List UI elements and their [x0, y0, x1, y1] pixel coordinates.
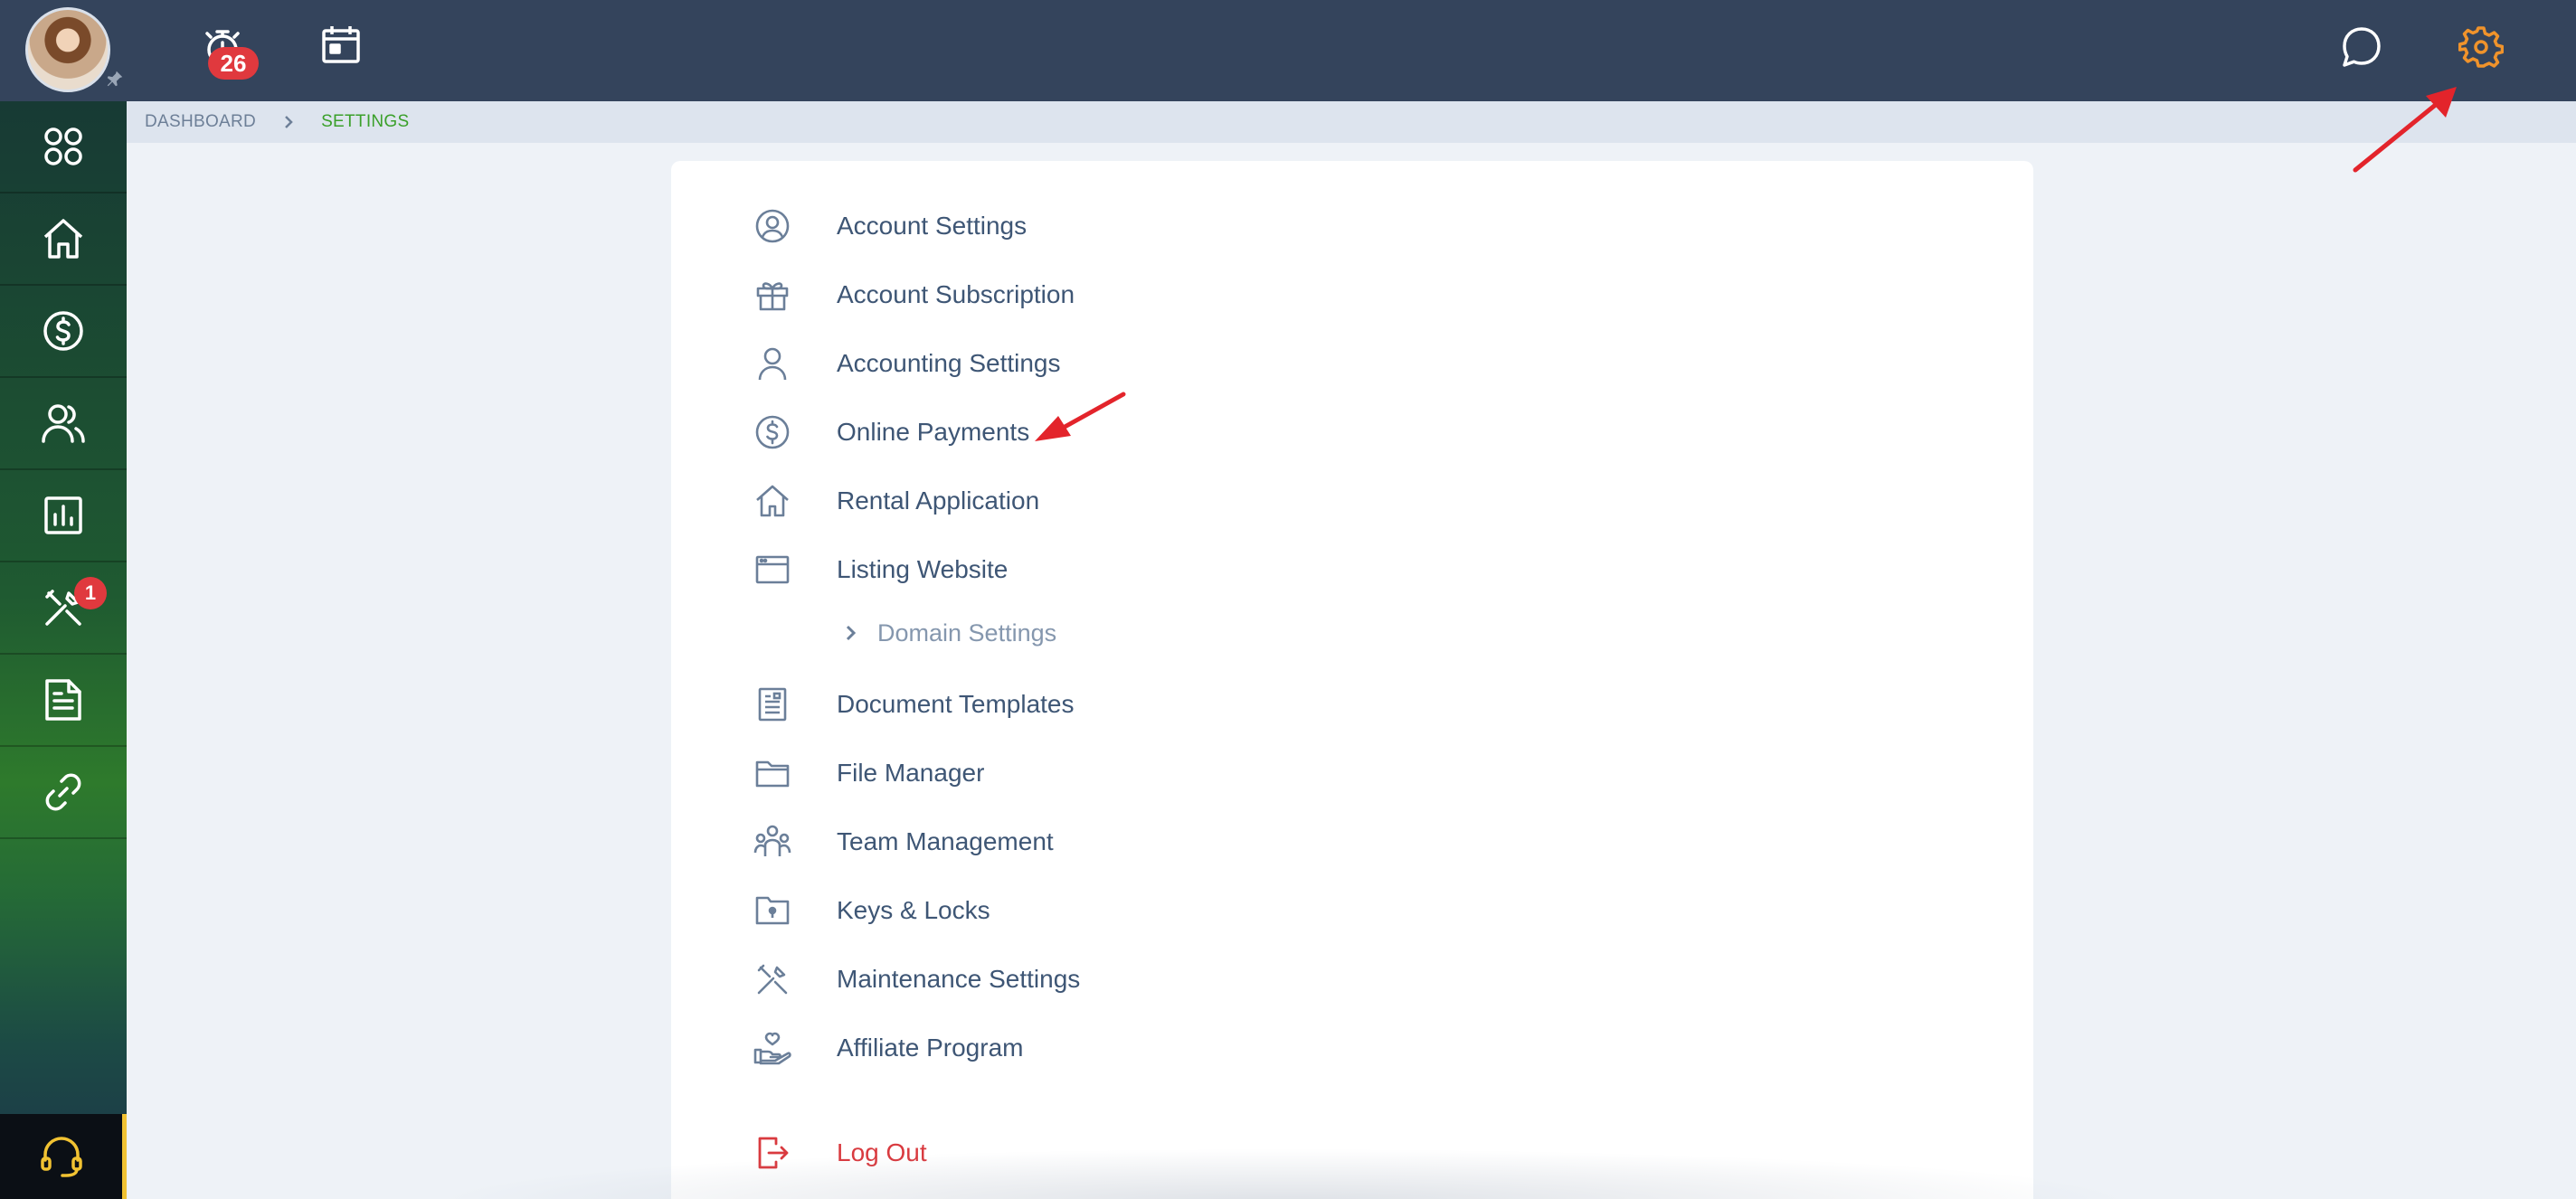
- chevron-right-icon: [845, 624, 857, 642]
- support-button[interactable]: [0, 1114, 127, 1199]
- top-bar: 26: [0, 0, 2576, 101]
- menu-item-team-management[interactable]: Team Management: [671, 815, 1937, 869]
- menu-item-keys-locks[interactable]: Keys & Locks: [671, 883, 1937, 938]
- sidebar-item-documents[interactable]: [0, 655, 127, 747]
- settings-menu-card: Account Settings Account Subscription Ac…: [671, 161, 2033, 1199]
- menu-label: Document Templates: [837, 690, 1075, 718]
- tools-icon: [753, 959, 792, 999]
- menu-item-file-manager[interactable]: File Manager: [671, 746, 1937, 800]
- menu-label: Maintenance Settings: [837, 965, 1081, 993]
- menu-label: Accounting Settings: [837, 349, 1061, 377]
- menu-subitem-domain-settings[interactable]: Domain Settings: [834, 610, 1377, 656]
- team-icon: [753, 822, 792, 862]
- gear-icon[interactable]: [2458, 22, 2505, 72]
- breadcrumb-settings: SETTINGS: [321, 112, 410, 131]
- user-icon: [753, 344, 792, 383]
- folder-icon: [753, 753, 792, 793]
- sidebar-item-people[interactable]: [0, 378, 127, 470]
- annotation-arrow-online-payments: [1035, 392, 1126, 441]
- sidebar-item-payments[interactable]: [0, 286, 127, 378]
- browser-window-icon: [753, 550, 792, 590]
- menu-label: Rental Application: [837, 486, 1040, 515]
- pin-icon[interactable]: [103, 67, 127, 90]
- chevron-right-icon: [283, 115, 294, 129]
- menu-label: Affiliate Program: [837, 1034, 1024, 1062]
- menu-label: Listing Website: [837, 555, 1009, 583]
- annotation-arrow-settings: [2353, 87, 2457, 173]
- menu-item-document-templates[interactable]: Document Templates: [671, 677, 1937, 732]
- sidebar-item-maintenance[interactable]: [0, 562, 127, 655]
- menu-item-maintenance-settings[interactable]: Maintenance Settings: [671, 952, 1937, 1006]
- chat-bubble-icon[interactable]: [2339, 22, 2384, 72]
- house-icon: [753, 481, 792, 521]
- menu-label: File Manager: [837, 759, 985, 787]
- menu-label: Account Settings: [837, 212, 1028, 240]
- user-circle-icon: [753, 206, 792, 246]
- link-icon: [45, 773, 81, 811]
- people-icon: [42, 404, 85, 443]
- sidebar-item-apps[interactable]: [0, 101, 127, 194]
- menu-item-listing-website[interactable]: Listing Website: [671, 543, 1937, 597]
- breadcrumb-dashboard[interactable]: DASHBOARD: [145, 112, 256, 132]
- menu-label: Keys & Locks: [837, 896, 990, 924]
- hand-heart-icon: [753, 1028, 792, 1068]
- timer-badge: 26: [208, 47, 259, 80]
- sidebar-item-reports[interactable]: [0, 470, 127, 562]
- apps-grid-icon: [44, 127, 82, 165]
- maintenance-badge: 1: [74, 577, 107, 609]
- menu-item-accounting-settings[interactable]: Accounting Settings: [671, 336, 1937, 391]
- bottom-shadow: [425, 1148, 2144, 1199]
- sidebar-item-home[interactable]: [0, 194, 127, 286]
- calendar-icon[interactable]: [318, 22, 364, 67]
- menu-item-account-subscription[interactable]: Account Subscription: [671, 268, 1937, 322]
- menu-item-affiliate-program[interactable]: Affiliate Program: [671, 1021, 1937, 1075]
- menu-label: Online Payments: [837, 418, 1030, 446]
- home-icon: [43, 219, 83, 259]
- dollar-circle-icon: [43, 311, 83, 351]
- breadcrumb: DASHBOARD SETTINGS: [127, 101, 2576, 143]
- menu-item-rental-application[interactable]: Rental Application: [671, 474, 1937, 528]
- menu-label: Domain Settings: [877, 618, 1057, 647]
- bar-chart-icon: [44, 496, 82, 534]
- dollar-circle-icon: [753, 412, 792, 452]
- user-avatar[interactable]: [25, 7, 110, 92]
- menu-label: Team Management: [837, 827, 1054, 855]
- document-list-icon: [753, 684, 792, 724]
- sidebar-item-links[interactable]: [0, 747, 127, 839]
- menu-item-account-settings[interactable]: Account Settings: [671, 199, 1937, 253]
- key-folder-icon: [753, 891, 792, 930]
- gift-icon: [753, 275, 792, 315]
- menu-item-online-payments[interactable]: Online Payments: [671, 405, 1937, 459]
- sidebar: 1: [0, 101, 127, 1199]
- menu-label: Account Subscription: [837, 280, 1075, 308]
- document-icon: [45, 679, 81, 721]
- headset-icon: [40, 1137, 82, 1177]
